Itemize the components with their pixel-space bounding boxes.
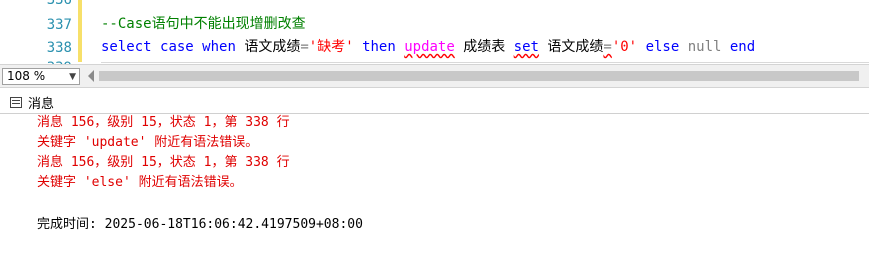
error-message-line: 消息 156，级别 15，状态 1，第 338 行 xyxy=(37,115,290,130)
code-token: update xyxy=(404,39,455,55)
results-tabbar: 消息 xyxy=(0,88,869,114)
code-token: set xyxy=(513,39,539,55)
code-token: 成绩表 xyxy=(454,39,514,55)
code-line-comment[interactable]: --Case语句中不能出现增删改查 xyxy=(101,15,306,33)
change-marker xyxy=(78,0,82,32)
code-token: '缺考' xyxy=(308,39,354,55)
code-token: else xyxy=(645,39,680,55)
messages-pane[interactable]: 消息 156，级别 15，状态 1，第 338 行关键字 'update' 附近… xyxy=(0,114,869,261)
error-message-line: 消息 156，级别 15，状态 1，第 338 行 xyxy=(37,155,290,170)
zoom-value: 108 % xyxy=(7,69,46,83)
tab-messages[interactable]: 消息 xyxy=(10,92,54,112)
code-token: = xyxy=(603,39,612,55)
sql-editor[interactable]: 336 337 338 339 --Case语句中不能出现增删改查 select… xyxy=(0,0,869,64)
messages-icon xyxy=(10,96,22,108)
line-number: 337 xyxy=(46,17,72,33)
code-token: then xyxy=(362,39,396,55)
current-line-highlight xyxy=(101,62,869,63)
code-token: '0' xyxy=(611,39,638,55)
horizontal-scrollbar[interactable] xyxy=(99,71,859,81)
code-token: 语文成绩 xyxy=(538,39,604,55)
code-token: = xyxy=(300,39,309,55)
code-token: end xyxy=(729,39,756,55)
change-marker xyxy=(78,32,82,62)
error-message-line: 关键字 'update' 附近有语法错误。 xyxy=(37,135,259,150)
code-token: select xyxy=(101,39,152,55)
code-token: 语文成绩 xyxy=(235,39,301,55)
error-message-line: 关键字 'else' 附近有语法错误。 xyxy=(37,175,243,190)
line-number-gutter: 336 337 338 339 xyxy=(0,0,74,64)
scroll-left-icon[interactable] xyxy=(88,70,94,82)
code-token: when xyxy=(202,39,236,55)
tab-messages-label: 消息 xyxy=(28,96,55,112)
chevron-down-icon: ▼ xyxy=(69,72,76,82)
query-window: 336 337 338 339 --Case语句中不能出现增删改查 select… xyxy=(0,0,869,261)
zoom-select[interactable]: 108 % ▼ xyxy=(2,68,80,85)
code-token: case xyxy=(160,39,194,55)
info-message-line: 完成时间: 2025-06-18T16:06:42.4197509+08:00 xyxy=(37,217,363,232)
line-number: 336 xyxy=(46,0,72,8)
editor-status-strip: 108 % ▼ xyxy=(0,64,869,88)
code-line-sql[interactable]: select case when 语文成绩='缺考' then update 成… xyxy=(101,38,755,56)
code-token: null xyxy=(687,39,722,55)
line-number: 338 xyxy=(46,40,72,56)
